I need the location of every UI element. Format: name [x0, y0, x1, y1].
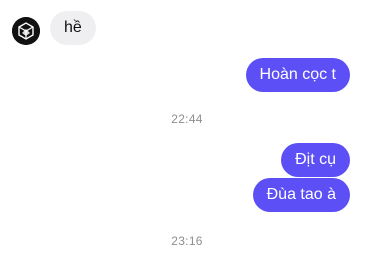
message-timestamp: 22:44 [171, 112, 203, 126]
chat-thread: hề Hoàn cọc t 22:44 Địt cụ Đùa tao à 23:… [0, 0, 374, 257]
avatar-logo-icon [12, 17, 40, 45]
message-bubble-incoming[interactable]: hề [50, 11, 96, 45]
message-bubble-outgoing[interactable]: Địt cụ [281, 143, 350, 177]
contact-avatar[interactable] [12, 17, 40, 45]
message-bubble-outgoing[interactable]: Đùa tao à [252, 178, 350, 212]
message-timestamp: 23:16 [171, 234, 203, 248]
message-bubble-outgoing[interactable]: Hoàn cọc t [245, 58, 350, 92]
